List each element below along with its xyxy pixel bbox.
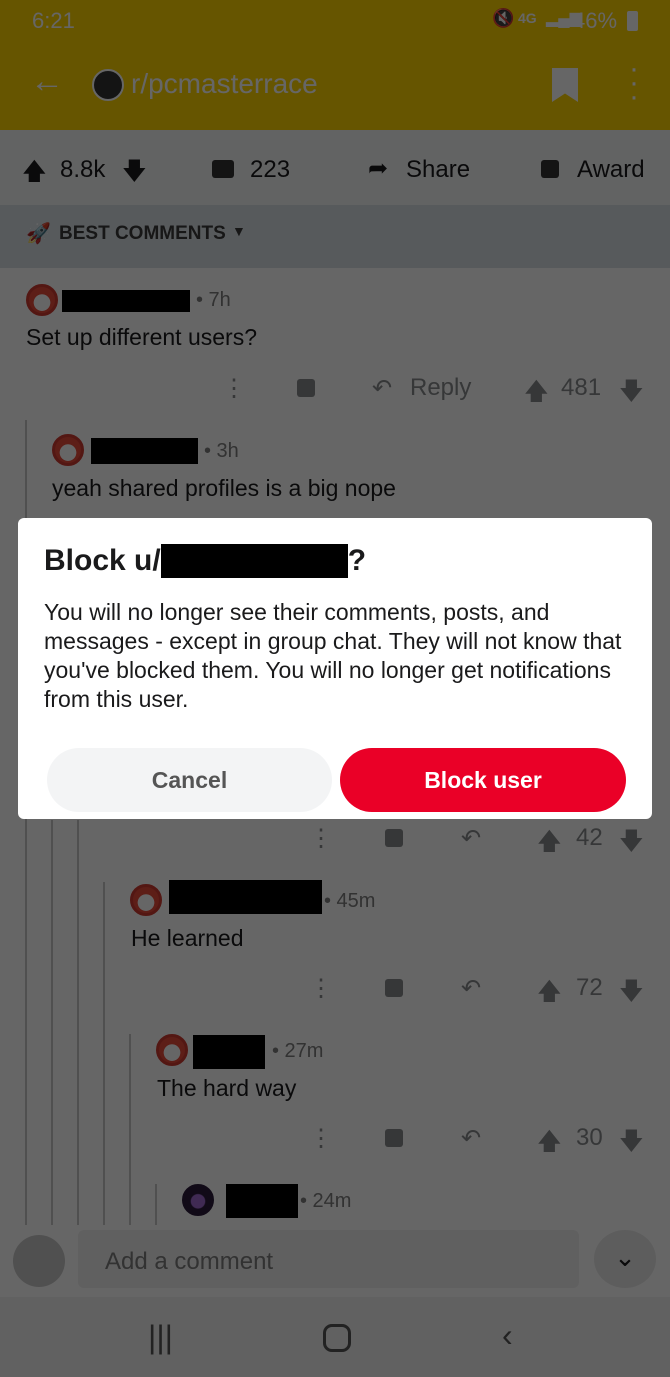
more-icon[interactable]: ⋮ (309, 974, 333, 1003)
back-nav-icon[interactable]: ‹ (502, 1317, 513, 1354)
upvote-icon[interactable]: 🡅 (537, 974, 562, 1015)
comment-input[interactable]: Add a comment (78, 1230, 579, 1288)
avatar[interactable] (130, 884, 162, 916)
award-button[interactable]: Award (577, 156, 645, 184)
comment-body: The hard way (157, 1075, 297, 1101)
reply-icon[interactable]: ↶ (461, 824, 481, 853)
network-icon: 4G (518, 10, 537, 26)
home-icon[interactable] (323, 1324, 351, 1352)
cancel-button[interactable]: Cancel (47, 748, 332, 812)
reply-icon[interactable]: ↶ (461, 974, 481, 1003)
comment-count[interactable]: 223 (250, 156, 290, 184)
clock: 6:21 (32, 8, 75, 33)
avatar[interactable] (26, 284, 58, 316)
comment-body: He learned (131, 925, 244, 951)
comment-actions: ⋮ ↶ 🡅 30 🡇 (0, 1124, 670, 1155)
comment-icon (212, 160, 234, 178)
award-icon[interactable] (297, 379, 315, 397)
comment-time: • 24m (300, 1190, 352, 1212)
redacted-username (62, 290, 190, 312)
avatar[interactable] (156, 1034, 188, 1066)
more-options-icon[interactable]: · · · (624, 54, 644, 112)
redacted-username (160, 544, 348, 578)
comment-score: 72 (576, 974, 603, 1001)
post-score: 8.8k (60, 156, 106, 183)
thread-line[interactable] (155, 1184, 157, 1225)
downvote-icon[interactable]: 🡇 (619, 824, 644, 865)
share-button[interactable]: Share (406, 156, 470, 184)
thread-line[interactable] (77, 820, 79, 1225)
downvote-icon[interactable]: 🡇 (122, 154, 147, 195)
comment-score: 481 (561, 374, 602, 401)
comment-actions: ⋮ ↶ 🡅 72 🡇 (0, 974, 670, 1005)
comment-score: 30 (576, 1124, 603, 1151)
more-icon[interactable]: ⋮ (309, 1124, 333, 1153)
sort-label[interactable]: BEST COMMENTS (59, 223, 226, 245)
recent-apps-icon[interactable]: ||| (148, 1319, 173, 1356)
downvote-icon[interactable]: 🡇 (619, 374, 644, 415)
avatar[interactable] (52, 434, 84, 466)
award-icon (541, 160, 559, 178)
redacted-username (193, 1035, 265, 1069)
more-icon[interactable]: ⋮ (309, 824, 333, 853)
comment-time: • 3h (204, 440, 239, 462)
block-user-button[interactable]: Block user (340, 748, 626, 812)
redacted-username (169, 880, 322, 914)
redacted-username (226, 1184, 298, 1218)
battery-level: 46% (573, 8, 618, 33)
award-icon[interactable] (385, 979, 403, 997)
upvote-icon[interactable]: 🡅 (537, 1124, 562, 1165)
redacted-username (91, 438, 198, 464)
upvote-icon[interactable]: 🡅 (537, 824, 562, 865)
comment-time: • 27m (272, 1040, 324, 1062)
downvote-icon[interactable]: 🡇 (619, 1124, 644, 1165)
mute-icon: 🔇 (492, 8, 515, 28)
upvote-icon[interactable]: 🡅 (524, 374, 549, 415)
system-nav-bar: ||| ‹ (0, 1297, 670, 1377)
avatar[interactable] (182, 1184, 214, 1216)
top-app-bar: ← r/pcmasterrace · · · (0, 40, 670, 130)
dialog-title-prefix: Block u/ (44, 544, 161, 577)
rocket-icon: 🚀 (26, 223, 51, 245)
block-user-dialog: Block u/ ? You will no longer see their … (18, 518, 652, 819)
comment-actions: ⋮ ↶ 🡅 42 🡇 (0, 824, 670, 855)
user-avatar (13, 1235, 65, 1287)
dialog-title-suffix: ? (347, 544, 367, 577)
more-icon[interactable]: ⋮ (222, 374, 246, 403)
bookmark-icon[interactable] (552, 68, 578, 102)
comment-body: Set up different users? (26, 324, 257, 350)
reply-icon[interactable]: ↶ (461, 1124, 481, 1153)
comment-time: • 7h (196, 289, 231, 311)
thread-line[interactable] (103, 882, 105, 1225)
award-icon[interactable] (385, 1129, 403, 1147)
chevron-down-icon: ▼ (232, 223, 246, 239)
downvote-icon[interactable]: 🡇 (619, 974, 644, 1015)
award-icon[interactable] (385, 829, 403, 847)
subreddit-icon (92, 69, 124, 101)
comment-time: • 45m (324, 890, 376, 912)
post-actions-bar: 🡅 8.8k 🡇 223 ➦ Share Award (0, 130, 670, 205)
dialog-message: You will no longer see their comments, p… (44, 599, 622, 712)
battery-icon (627, 11, 638, 31)
sort-bar[interactable]: 🚀 BEST COMMENTS ▼ (0, 205, 670, 268)
back-icon[interactable]: ← (30, 62, 64, 101)
share-icon[interactable]: ➦ (368, 154, 388, 183)
comment-actions: ⋮ ↶ Reply 🡅 481 🡇 (0, 374, 670, 405)
subreddit-name[interactable]: r/pcmasterrace (131, 68, 318, 100)
comment-body: yeah shared profiles is a big nope (52, 475, 396, 501)
comment-score: 42 (576, 824, 603, 851)
reply-button[interactable]: Reply (410, 374, 471, 402)
dialog-title: Block u/ ? (44, 544, 366, 578)
reply-icon[interactable]: ↶ (372, 374, 392, 403)
jump-down-icon[interactable]: ⌄ (594, 1230, 656, 1288)
status-bar: 6:21 🔇 4G ▂▄▆ 46% (0, 0, 670, 40)
upvote-icon[interactable]: 🡅 (22, 154, 47, 195)
comment-bar: Add a comment ⌄ (0, 1225, 670, 1297)
thread-line[interactable] (51, 820, 53, 1225)
